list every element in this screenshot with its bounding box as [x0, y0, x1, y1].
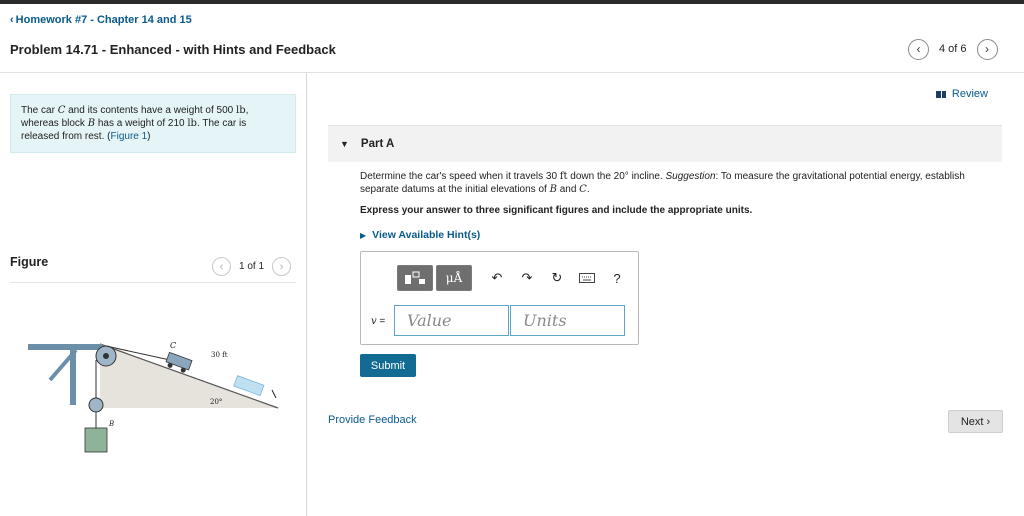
unit-ft: ft: [559, 171, 568, 182]
figure-label-c: C: [170, 341, 176, 350]
view-hints-toggle[interactable]: ▶ View Available Hint(s): [360, 229, 480, 241]
top-bar: [0, 0, 1024, 4]
block-b: [84, 427, 108, 453]
previous-figure-button[interactable]: ‹: [212, 257, 231, 276]
unit-lb: lb: [187, 118, 197, 129]
pulley-lower: [88, 397, 104, 413]
column-divider: [306, 73, 307, 516]
back-link-label: Homework #7 - Chapter 14 and 15: [15, 14, 192, 26]
answer-variable-label: v =: [371, 316, 385, 327]
templates-icon: [405, 271, 425, 284]
provide-feedback-link[interactable]: Provide Feedback: [328, 414, 417, 426]
redo-icon[interactable]: ↷: [516, 267, 538, 289]
value-input[interactable]: [394, 305, 509, 336]
next-figure-button[interactable]: ›: [272, 257, 292, 276]
units-symbol-button[interactable]: μÅ: [436, 265, 472, 291]
chevron-right-icon: ›: [985, 42, 990, 56]
statement-text: ): [147, 131, 151, 142]
chevron-right-icon: ›: [986, 415, 991, 428]
undo-icon[interactable]: ↶: [486, 267, 508, 289]
review-icon: [935, 90, 946, 98]
next-label: Next: [960, 415, 984, 428]
figure-count: 1 of 1: [239, 261, 265, 272]
problem-statement: The car C and its contents have a weight…: [10, 94, 296, 153]
statement-text: and its contents have a weight of 500: [65, 105, 237, 116]
figure-label-angle: 20°: [210, 398, 222, 406]
review-label: Review: [951, 88, 988, 100]
direction-arrow: [271, 389, 277, 399]
variable-c: C: [579, 184, 587, 195]
units-symbol-label: μÅ: [445, 271, 463, 285]
reset-icon[interactable]: ↻: [546, 267, 568, 289]
figure-pager: ‹ 1 of 1 ›: [212, 257, 292, 276]
help-icon[interactable]: ?: [606, 267, 628, 289]
suggestion-label: Suggestion: [665, 171, 716, 182]
question-text: Determine the car's speed when it travel…: [360, 170, 1000, 196]
figure-label-distance: 30 ft: [211, 351, 228, 359]
pulley-axle: [103, 353, 109, 359]
next-problem-button[interactable]: ›: [976, 38, 998, 60]
figure-divider: [10, 282, 296, 283]
math-toolbar: μÅ ↶ ↷ ↻ ?: [397, 265, 628, 291]
question-segment: Determine the car's speed when it travel…: [360, 171, 560, 182]
submit-button[interactable]: Submit: [360, 354, 416, 377]
figure-title: Figure: [10, 255, 49, 269]
chevron-left-icon: ‹: [219, 260, 224, 273]
equals-sign: =: [376, 316, 386, 327]
part-a-header[interactable]: ▼ Part A: [328, 125, 1002, 162]
unit-lb: lb: [236, 105, 246, 116]
header-divider: [0, 72, 1024, 73]
question-segment: down the 20° incline.: [567, 171, 666, 182]
figure-label-b: B: [108, 420, 114, 428]
back-to-assignment-link[interactable]: ‹ Homework #7 - Chapter 14 and 15: [10, 14, 192, 26]
variable-b: B: [87, 118, 96, 129]
car-final-position: [233, 375, 265, 397]
hints-label: View Available Hint(s): [372, 229, 481, 241]
incline-pulley-figure: C 30 ft 20° B: [28, 341, 279, 453]
caret-down-icon: ▼: [340, 139, 349, 149]
question-segment: and: [556, 184, 580, 195]
chevron-left-icon: ‹: [916, 42, 921, 56]
problem-count: 4 of 6: [939, 43, 967, 55]
next-button[interactable]: Next ›: [948, 410, 1003, 433]
variable-b: B: [549, 184, 557, 195]
review-link[interactable]: Review: [935, 88, 988, 100]
units-input[interactable]: [510, 305, 625, 336]
templates-button[interactable]: [397, 265, 433, 291]
keyboard-icon[interactable]: [576, 267, 598, 289]
question-segment: .: [586, 184, 590, 195]
statement-text: The car: [21, 105, 58, 116]
support-beam: [28, 344, 102, 350]
figure-link[interactable]: Figure 1: [110, 131, 147, 142]
problem-pager: ‹ 4 of 6 ›: [908, 38, 998, 60]
answer-box: μÅ ↶ ↷ ↻ ? v =: [360, 251, 639, 345]
problem-title: Problem 14.71 - Enhanced - with Hints an…: [10, 42, 336, 57]
previous-problem-button[interactable]: ‹: [908, 38, 929, 60]
caret-right-icon: ▶: [360, 231, 367, 240]
chevron-left-icon: ‹: [10, 14, 14, 26]
part-label: Part A: [360, 138, 395, 150]
answer-instruction: Express your answer to three significant…: [360, 205, 753, 216]
statement-text: has a weight of 210: [95, 118, 188, 129]
chevron-right-icon: ›: [279, 260, 284, 273]
